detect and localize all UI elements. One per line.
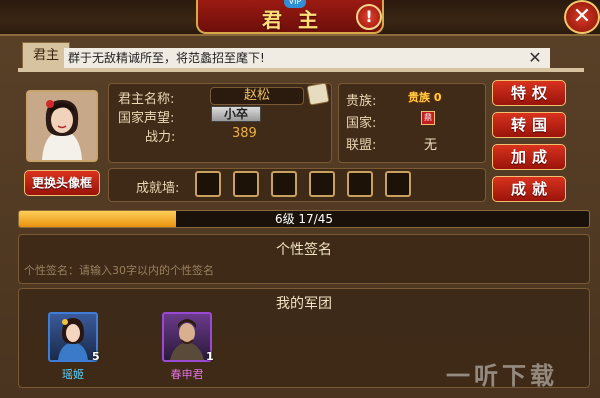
change-avatar-frame-button[interactable]: 更换头像框: [24, 170, 100, 196]
close-button[interactable]: ✕: [564, 0, 600, 34]
power-label: 战力:: [145, 130, 176, 145]
legion-member-count: 5: [92, 350, 100, 363]
notice-text: 群于无敌精诚所至，将范蠡招至麾下!: [68, 51, 265, 65]
avatar-portrait-icon: [28, 92, 96, 160]
country-label: 国家:: [346, 116, 377, 131]
notice-close-icon[interactable]: ✕: [524, 48, 546, 68]
privilege-button[interactable]: 特权: [492, 80, 566, 106]
change-country-button[interactable]: 转国: [492, 112, 566, 138]
info-icon[interactable]: !: [356, 4, 382, 30]
edit-scroll-icon[interactable]: [306, 82, 330, 106]
tab-underline: [18, 68, 584, 72]
avatar[interactable]: [26, 90, 98, 162]
hero-portrait-icon: [58, 318, 88, 360]
legion-member-avatar[interactable]: [162, 312, 212, 362]
monarch-name-value: 赵松: [210, 87, 304, 105]
noble-badge: 贵族 0: [408, 91, 442, 104]
achievement-slot[interactable]: [347, 171, 373, 197]
alliance-label: 联盟:: [346, 138, 377, 153]
signature-input[interactable]: 个性签名：请输入30字以内的个性签名: [24, 262, 424, 278]
noble-label: 贵族:: [346, 94, 377, 109]
level-progress-bar: 6级 17/45: [18, 210, 590, 228]
vip-badge: VIP: [284, 0, 306, 8]
legion-member-avatar[interactable]: [48, 312, 98, 362]
legion-member-name: 春申君: [170, 368, 204, 381]
achievement-slot[interactable]: [309, 171, 335, 197]
level-progress-text: 6级 17/45: [274, 212, 334, 226]
power-value: 389: [232, 126, 257, 141]
name-label: 君主名称:: [118, 92, 175, 107]
watermark: 一听下载: [446, 362, 558, 390]
hero-portrait-icon: [170, 319, 204, 360]
achievement-slot[interactable]: [195, 171, 221, 197]
legion-member-name: 瑶姬: [62, 368, 84, 381]
achievement-wall-label: 成就墙:: [136, 181, 180, 196]
signature-title: 个性签名: [276, 242, 332, 258]
legion-title: 我的军团: [276, 296, 332, 312]
country-flag-icon: 鼎: [421, 111, 435, 125]
legion-member-count: 1: [206, 350, 214, 363]
reputation-rank-badge: 小卒: [211, 106, 261, 122]
notice-bar: 群于无敌精诚所至，将范蠡招至麾下!: [64, 48, 550, 68]
bonus-button[interactable]: 加成: [492, 144, 566, 170]
reputation-label: 国家声望:: [118, 111, 175, 126]
game-window: 君主 VIP ! ✕ 君主 群于无敌精诚所至，将范蠡招至麾下! ✕ 更换头像框 …: [0, 0, 600, 398]
achievement-slot[interactable]: [233, 171, 259, 197]
tab-monarch[interactable]: 君主: [22, 42, 70, 68]
achievement-button[interactable]: 成就: [492, 176, 566, 202]
achievement-slot[interactable]: [385, 171, 411, 197]
alliance-value: 无: [424, 138, 438, 153]
achievement-slot[interactable]: [271, 171, 297, 197]
